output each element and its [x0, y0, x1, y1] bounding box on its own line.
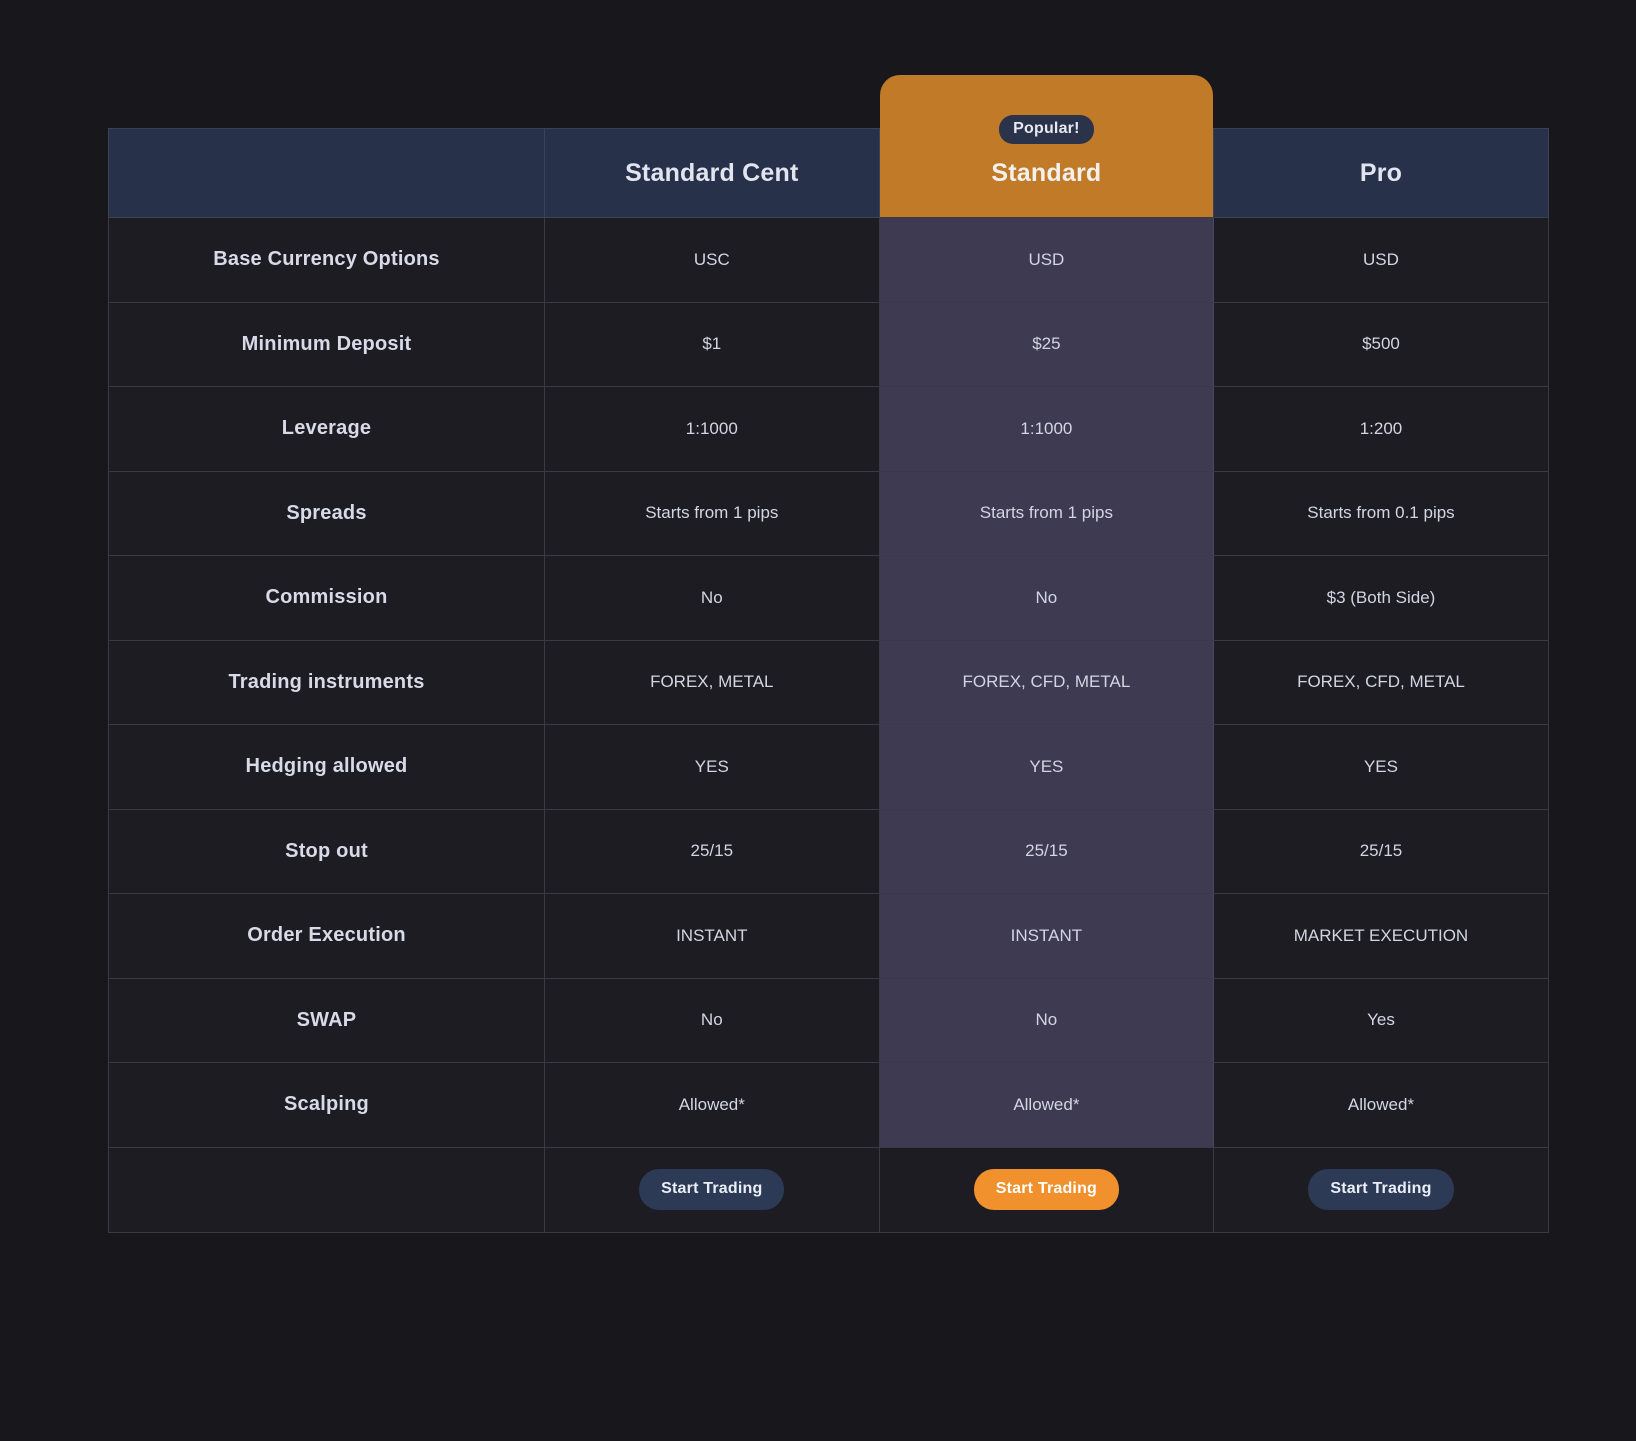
cell-standard: 25/15	[878, 808, 1215, 894]
row-label: Hedging allowed	[108, 724, 545, 810]
popular-plan-card: Popular! Standard	[879, 75, 1214, 217]
cell-pro: $500	[1213, 301, 1549, 387]
row-label: Spreads	[108, 470, 545, 556]
popular-badge: Popular!	[999, 115, 1094, 144]
cell-standard: $25	[878, 301, 1215, 387]
cell-standard: 1:1000	[878, 386, 1215, 472]
cell-pro: 25/15	[1213, 808, 1549, 894]
cell-standard-cent: USC	[544, 217, 880, 303]
start-trading-button-standard-cent[interactable]: Start Trading	[639, 1169, 785, 1210]
table-header: Standard Cent Popular! Standard Pro	[108, 75, 1549, 218]
table-body: Base Currency Options USC USD USD Minimum De…	[108, 217, 1549, 1233]
cell-standard-cent: No	[544, 977, 880, 1063]
cell-standard-cent: Allowed*	[544, 1062, 880, 1148]
page-root: Standard Cent Popular! Standard Pro Base…	[0, 0, 1636, 1441]
table-row: Commission No No $3 (Both Side)	[108, 555, 1549, 641]
cell-pro: MARKET EXECUTION	[1213, 893, 1549, 979]
row-label: Scalping	[108, 1062, 545, 1148]
cell-standard: No	[878, 977, 1215, 1063]
cell-standard: USD	[878, 217, 1215, 303]
start-trading-button-pro[interactable]: Start Trading	[1308, 1169, 1454, 1210]
cell-pro: 1:200	[1213, 386, 1549, 472]
cell-standard: INSTANT	[878, 893, 1215, 979]
cell-standard-cent: Starts from 1 pips	[544, 470, 880, 556]
header-row: Standard Cent Popular! Standard Pro	[108, 75, 1549, 218]
header-cell-pro[interactable]: Pro	[1213, 128, 1549, 218]
table-row: Scalping Allowed* Allowed* Allowed*	[108, 1062, 1549, 1148]
table-row: SWAP No No Yes	[108, 977, 1549, 1063]
table-row: Base Currency Options USC USD USD	[108, 217, 1549, 303]
row-label: Trading instruments	[108, 639, 545, 725]
account-comparison-table: Standard Cent Popular! Standard Pro Base…	[108, 75, 1549, 1233]
header-cell-standard[interactable]: Popular! Standard	[879, 75, 1214, 218]
cell-standard-cent: INSTANT	[544, 893, 880, 979]
cell-standard-cent: YES	[544, 724, 880, 810]
row-label: Minimum Deposit	[108, 301, 545, 387]
cta-cell-blank	[108, 1146, 545, 1233]
cell-standard: FOREX, CFD, METAL	[878, 639, 1215, 725]
cell-pro: YES	[1213, 724, 1549, 810]
start-trading-button-standard[interactable]: Start Trading	[973, 1169, 1120, 1210]
row-label: Stop out	[108, 808, 545, 894]
table-row: Minimum Deposit $1 $25 $500	[108, 301, 1549, 387]
table-row: Hedging allowed YES YES YES	[108, 724, 1549, 810]
cta-cell-pro: Start Trading	[1213, 1146, 1549, 1233]
cta-row: Start Trading Start Trading Start Trading	[108, 1146, 1549, 1233]
table-row: Spreads Starts from 1 pips Starts from 1 p…	[108, 470, 1549, 556]
row-label: Commission	[108, 555, 545, 641]
cell-pro: $3 (Both Side)	[1213, 555, 1549, 641]
table-row: Order Execution INSTANT INSTANT MARKET EXEC…	[108, 893, 1549, 979]
header-cell-standard-cent[interactable]: Standard Cent	[544, 128, 880, 218]
cell-pro: Starts from 0.1 pips	[1213, 470, 1549, 556]
account-comparison-table-wrapper: Standard Cent Popular! Standard Pro Base…	[108, 75, 1549, 1233]
cta-cell-standard-cent: Start Trading	[544, 1146, 880, 1233]
row-label: Order Execution	[108, 893, 545, 979]
cell-standard: No	[878, 555, 1215, 641]
row-label: SWAP	[108, 977, 545, 1063]
cell-pro: USD	[1213, 217, 1549, 303]
row-label: Base Currency Options	[108, 217, 545, 303]
cell-standard-cent: 25/15	[544, 808, 880, 894]
table-row: Trading instruments FOREX, METAL FOREX, CF…	[108, 639, 1549, 725]
table-row: Leverage 1:1000 1:1000 1:200	[108, 386, 1549, 472]
header-cell-blank	[108, 128, 545, 218]
cell-pro: Yes	[1213, 977, 1549, 1063]
cell-pro: Allowed*	[1213, 1062, 1549, 1148]
cell-standard-cent: $1	[544, 301, 880, 387]
table-row: Stop out 25/15 25/15 25/15	[108, 808, 1549, 894]
cell-standard-cent: 1:1000	[544, 386, 880, 472]
header-label-standard: Standard	[991, 159, 1102, 187]
row-label: Leverage	[108, 386, 545, 472]
cell-standard-cent: No	[544, 555, 880, 641]
cta-cell-standard: Start Trading	[878, 1146, 1215, 1233]
cell-standard-cent: FOREX, METAL	[544, 639, 880, 725]
cell-standard: Allowed*	[878, 1062, 1215, 1148]
cell-pro: FOREX, CFD, METAL	[1213, 639, 1549, 725]
cell-standard: YES	[878, 724, 1215, 810]
cell-standard: Starts from 1 pips	[878, 470, 1215, 556]
